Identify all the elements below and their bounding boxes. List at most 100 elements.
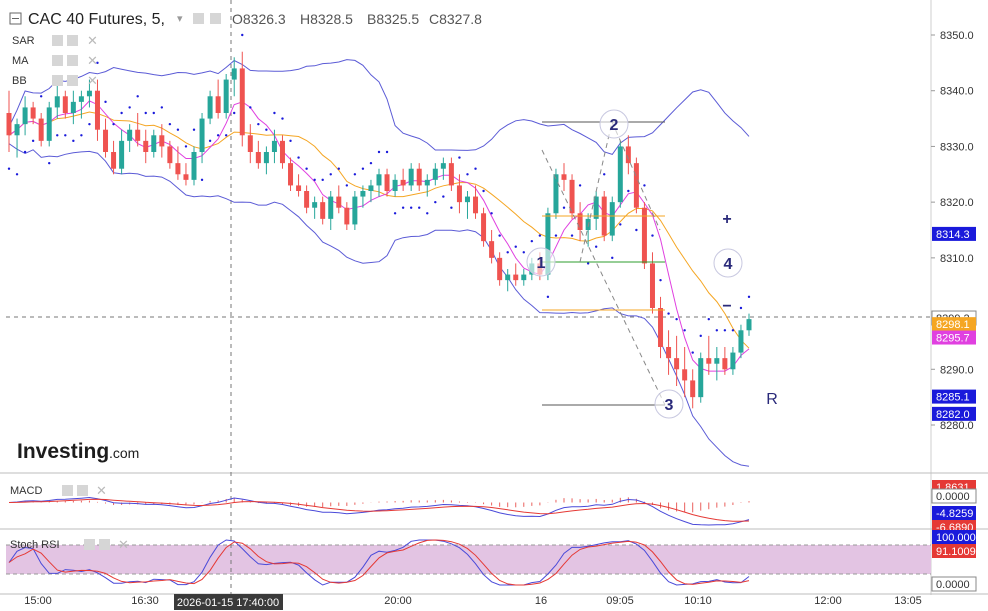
sar-dot [393,212,397,215]
sar-dot [112,122,115,126]
candle-body [738,330,744,353]
sar-dot [80,134,83,137]
ohlc-open: O8326.3 [232,11,286,27]
stoch-tag: 0.0000 [936,579,970,591]
settings-icon[interactable] [67,35,78,46]
candle-body [521,274,527,281]
ohlc-close: C8327.8 [429,11,482,27]
sar-dot [747,295,751,299]
close-icon[interactable]: ✕ [87,53,98,68]
candle-body [513,274,519,281]
dropdown-chevron-icon[interactable]: ▾ [177,13,183,25]
stoch-tag: 91.1009 [936,546,976,558]
close-icon[interactable]: ✕ [118,537,129,552]
sar-dot [570,234,574,237]
close-icon[interactable]: ✕ [96,483,107,498]
candle-body [103,129,109,152]
candle-body [698,358,704,398]
time-label: 09:05 [606,595,634,607]
sar-dot [249,106,252,109]
ohlc-high: H8328.5 [300,11,353,27]
candle-body [271,140,277,152]
eye-icon[interactable] [52,55,63,66]
sar-dot [619,223,622,226]
sar-dot [224,134,228,137]
candle-body [6,113,12,136]
candle-body [328,196,334,219]
legend-ma: MA [12,55,29,67]
chart-canvas[interactable]: 1 2 3 4 + − R 8350.0 8340.0 8330.0 8320.0 83… [0,0,988,611]
sar-dot [586,262,590,265]
sar-dot [538,234,542,237]
candle-body [682,369,688,381]
sar-dot [39,95,43,98]
sar-dot [144,111,147,115]
sar-dot [241,33,244,37]
candle-body [255,152,261,164]
settings-icon[interactable] [99,539,110,550]
candle-body [38,118,44,141]
candle-body [666,347,672,359]
sar-dot [691,351,694,354]
sar-dot [699,334,702,338]
sar-dot [667,312,670,315]
price-tag: 8295.7 [936,333,970,345]
sar-dot [450,206,453,209]
candle-body [658,308,664,347]
sar-dot [265,128,268,131]
candle-body [384,174,390,191]
candle-body [561,174,567,180]
candle-body [376,174,382,186]
symbol-title: CAC 40 Futures, 5, [28,11,165,28]
sar-dot [216,134,220,137]
candle-body [368,185,374,191]
candle-body [288,163,294,186]
price-tick-label: 8310.0 [940,253,974,265]
sar-dot [482,189,485,193]
crosshair-time-label: 2026-01-15 17:40:00 [177,597,279,609]
sar-dot [739,306,743,310]
sar-dot [603,173,606,176]
candle-body [674,358,680,370]
candle-body [207,96,213,119]
sar-dot [233,111,236,115]
candle-body [424,179,430,186]
candle-body [279,140,285,164]
sar-dot [409,206,413,209]
candle-body [360,191,366,197]
settings-icon[interactable] [67,75,78,86]
stoch-tag: 100.0000 [936,532,982,544]
wave-1-label: 1 [537,255,546,272]
sar-dot [56,134,59,137]
eye-icon[interactable] [52,35,63,46]
candle-body [223,79,229,113]
sar-dot [490,212,493,215]
eye-icon[interactable] [62,485,73,496]
sar-dot [369,161,373,165]
close-icon[interactable]: ✕ [87,73,98,88]
sar-dot [659,278,662,282]
eye-icon[interactable] [52,75,63,86]
sar-dot [23,150,27,154]
time-label: 20:00 [384,595,412,607]
candle-body [722,358,728,370]
candle-body [215,96,221,113]
candle-body [320,202,326,219]
price-tick-label: 8280.0 [940,420,974,432]
eye-icon[interactable] [193,13,204,24]
eye-icon[interactable] [84,539,95,550]
sar-dot [337,167,340,170]
settings-icon[interactable] [67,55,78,66]
chart-background [0,0,988,611]
sar-dot [31,139,35,143]
settings-icon[interactable] [77,485,88,496]
candle-body [649,263,655,308]
price-tag: 8282.0 [936,409,970,421]
settings-icon[interactable] [210,13,221,24]
price-tag: 8298.1 [936,319,970,331]
sar-dot [64,134,67,137]
candle-body [191,152,197,180]
sar-dot [184,145,188,148]
close-icon[interactable]: ✕ [87,33,98,48]
logo-suffix: .com [109,445,139,461]
